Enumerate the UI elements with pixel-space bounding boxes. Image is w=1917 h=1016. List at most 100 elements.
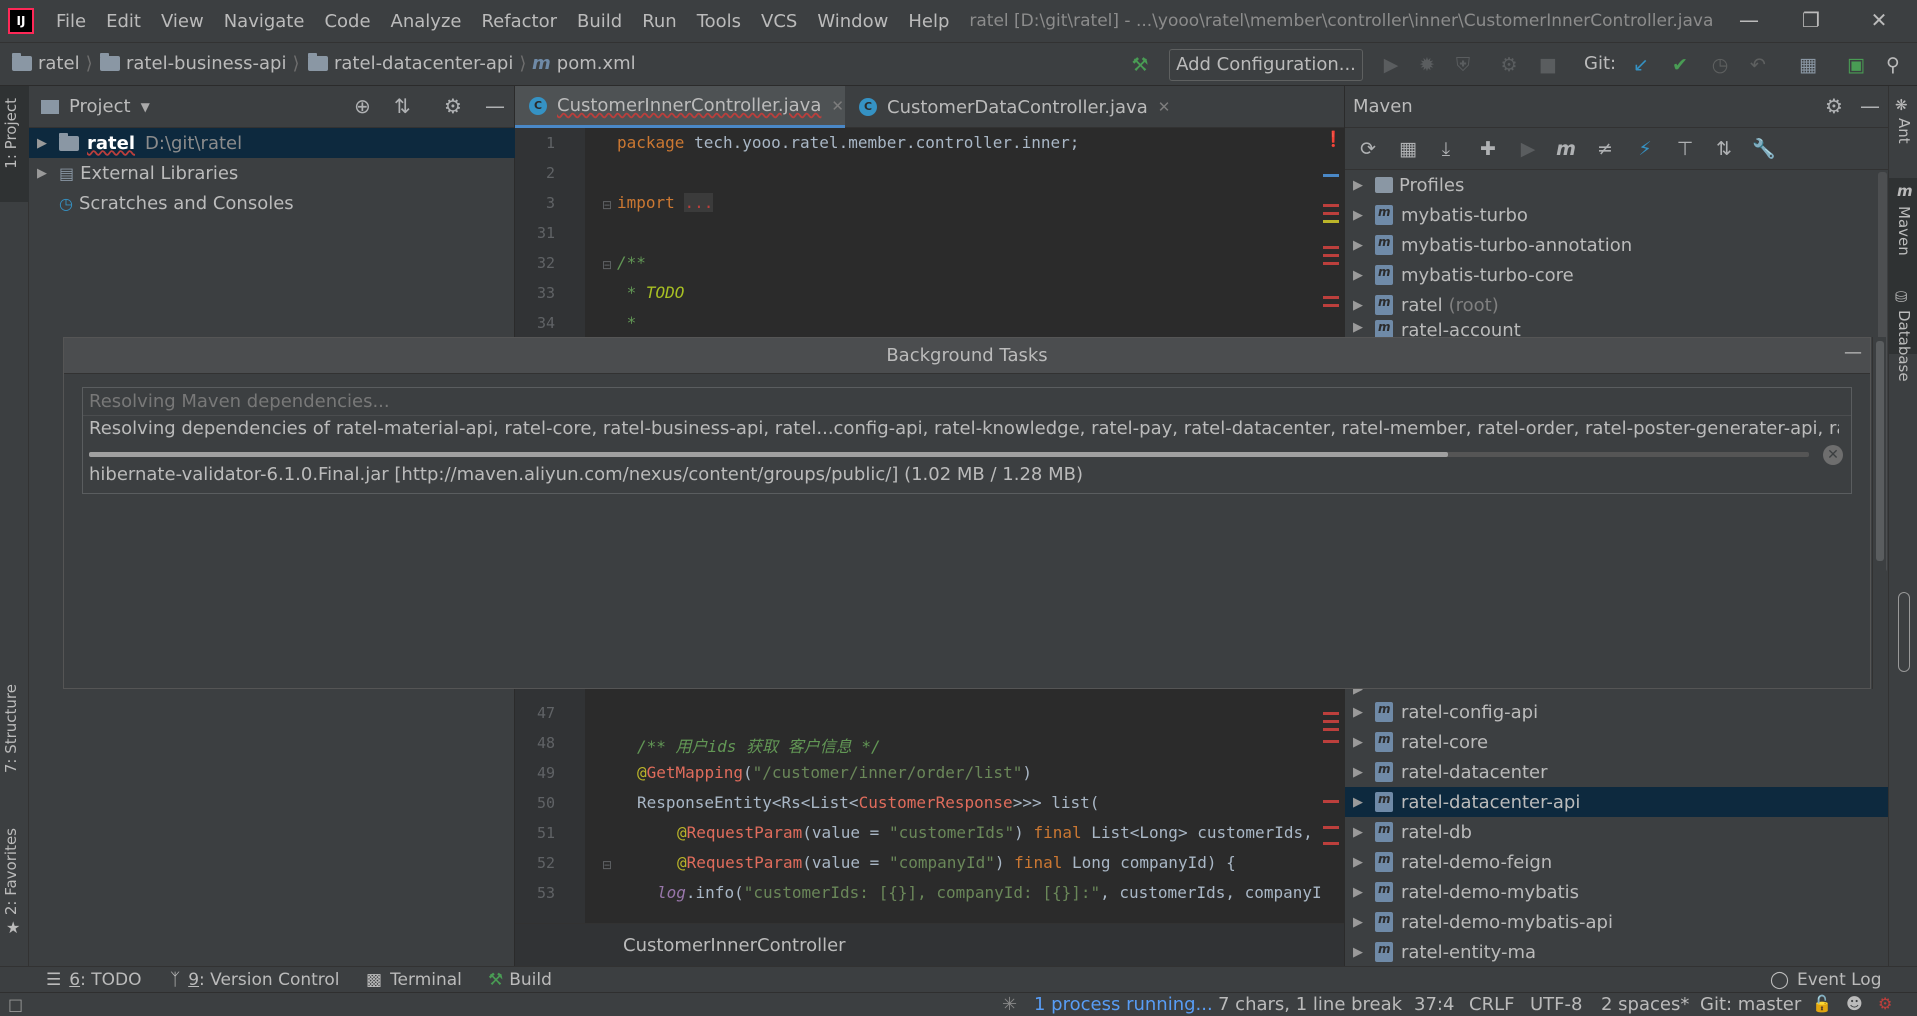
nav-crumb-ratel-business-api[interactable]: ratel-business-api ⟩ [100,53,304,74]
run-icon[interactable]: ▶ [1515,136,1541,162]
expand-arrow-icon[interactable]: ▶ [1345,238,1371,253]
tab-maven[interactable]: Maven [1895,206,1913,256]
tab-customer-inner-controller[interactable]: C CustomerInnerController.java ✕ [515,86,845,128]
process-running-link[interactable]: 1 process running... [1034,994,1213,1015]
expand-arrow-icon[interactable]: ▶ [1345,320,1371,335]
code-line-48[interactable]: /** 用户ids 获取 客户信息 */ [637,733,881,757]
tab-project[interactable]: 1: Project [2,98,20,169]
code-line-32[interactable]: /** [617,253,646,272]
dialog-scrollbar-thumb[interactable] [1876,341,1884,561]
wrench-icon[interactable]: 🔧 [1751,136,1777,162]
nav-crumb-ratel[interactable]: ratel ⟩ [12,53,97,74]
download-icon[interactable]: ⤓ [1433,136,1459,162]
maven-item-ratel-demo-feign[interactable]: ▶ ratel-demo-feign [1345,847,1889,877]
search-icon[interactable]: ⚲ [1880,52,1906,78]
expand-arrow-icon[interactable]: ▶ [1345,825,1371,840]
maven-item-ratel-demo-mybatis-api[interactable]: ▶ ratel-demo-mybatis-api [1345,907,1889,937]
toggle-offline-icon[interactable]: ≠ [1592,136,1618,162]
close-tab-icon[interactable]: ✕ [831,97,844,115]
tab-todo[interactable]: ☰ 6: TODO [46,970,141,990]
file-encoding[interactable]: UTF-8 [1530,994,1582,1015]
run-anything-icon[interactable]: ▣ [1843,52,1869,78]
code-line-3[interactable]: import ... [617,193,714,212]
maven-item-ratel-demo-mybatis[interactable]: ▶ ratel-demo-mybatis [1345,877,1889,907]
expand-arrow-icon[interactable]: ▶ [1345,178,1371,193]
collapse-all-icon[interactable]: ⇅ [394,94,411,118]
error-indicator-icon[interactable]: ❗ [1324,130,1343,148]
close-tab-icon[interactable]: ✕ [1158,98,1171,116]
debug-icon[interactable]: ✹ [1414,52,1440,78]
menu-analyze[interactable]: Analyze [381,11,472,32]
hide-panel-icon[interactable]: — [485,94,505,118]
execute-goal-icon[interactable]: m [1553,136,1579,162]
git-update-icon[interactable]: ↙ [1628,52,1654,78]
maven-item-ratel-datacenter-api[interactable]: ▶ ratel-datacenter-api [1345,787,1889,817]
code-line-34[interactable]: * [617,313,637,332]
code-line-1[interactable]: package tech.yooo.ratel.member.controlle… [617,133,1079,152]
generate-sources-icon[interactable]: ▦ [1395,136,1421,162]
maven-item-mybatis-turbo[interactable]: ▶ mybatis-turbo [1345,200,1889,230]
build-hammer-icon[interactable]: ⚒ [1127,52,1153,78]
add-icon[interactable]: ✚ [1475,136,1501,162]
tab-terminal[interactable]: ▩ Terminal [366,970,462,990]
gear-icon[interactable]: ⚙ [1825,94,1843,118]
expand-arrow-icon[interactable]: ▶ [1345,885,1371,900]
menu-help[interactable]: Help [898,11,959,32]
stop-icon[interactable]: ■ [1535,52,1561,78]
toggle-tool-windows-icon[interactable]: □ [8,995,23,1014]
locate-icon[interactable]: ⊕ [354,94,371,118]
menu-build[interactable]: Build [567,11,632,32]
maven-item-ratel-account[interactable]: ▶ ratel-account [1345,320,1889,338]
expand-arrow-icon[interactable]: ▶ [1345,795,1371,810]
expand-arrow-icon[interactable]: ▶ [1345,945,1371,960]
skip-tests-icon[interactable]: ⚡ [1632,136,1658,162]
fold-icon[interactable]: ⊟ [602,258,612,272]
tab-customer-data-controller[interactable]: C CustomerDataController.java ✕ [845,86,1170,128]
code-line-49[interactable]: @GetMapping("/customer/inner/order/list"… [637,763,1032,782]
cancel-task-icon[interactable]: ✕ [1823,445,1843,465]
maven-item-mybatis-turbo-core[interactable]: ▶ mybatis-turbo-core [1345,260,1889,290]
show-dependencies-icon[interactable]: ⊤ [1672,136,1698,162]
code-line-50[interactable]: ResponseEntity<Rs<List<CustomerResponse>… [637,793,1099,812]
tab-build[interactable]: ⚒ Build [488,970,552,990]
code-line-53[interactable]: log.info("customerIds: [{}], companyId: … [657,883,1322,902]
coverage-icon[interactable]: ⛨ [1450,52,1476,78]
menu-tools[interactable]: Tools [687,11,751,32]
gear-icon[interactable]: ⚙ [444,94,462,118]
menu-code[interactable]: Code [314,11,380,32]
expand-arrow-icon[interactable]: ▶ [29,136,55,151]
git-branch[interactable]: Git: master [1700,994,1801,1015]
nav-crumb-ratel-datacenter-api[interactable]: ratel-datacenter-api ⟩ [308,53,530,74]
expand-arrow-icon[interactable]: ▶ [1345,268,1371,283]
fold-icon[interactable]: ⊟ [602,198,612,212]
restore-icon[interactable]: ❐ [1797,8,1825,34]
code-line-33[interactable]: * TODO [617,283,685,302]
caret-position[interactable]: 37:4 [1414,994,1454,1015]
editor-breadcrumb[interactable]: CustomerInnerController [623,935,846,956]
tab-favorites[interactable]: 2: Favorites [2,828,20,915]
collapse-all-icon[interactable]: ⇅ [1711,136,1737,162]
menu-edit[interactable]: Edit [96,11,151,32]
notifications-icon[interactable]: ⚙ [1878,994,1892,1013]
close-window-icon[interactable]: ✕ [1865,8,1893,34]
project-title[interactable]: Project [69,96,131,117]
expand-arrow-icon[interactable]: ▶ [1345,208,1371,223]
lock-icon[interactable]: 🔓 [1812,994,1832,1013]
inspector-icon[interactable]: ☻ [1846,994,1863,1013]
menu-file[interactable]: File [46,11,96,32]
expand-arrow-icon[interactable]: ▶ [1345,765,1371,780]
git-rollback-icon[interactable]: ↶ [1745,52,1771,78]
maven-item-ratel-config-api[interactable]: ▶ ratel-config-api [1345,697,1889,727]
fold-icon[interactable]: ⊟ [602,858,612,872]
menu-vcs[interactable]: VCS [751,11,807,32]
minimize-dialog-icon[interactable]: — [1844,342,1862,363]
maven-item-ratel-core[interactable]: ▶ ratel-core [1345,727,1889,757]
nav-crumb-pom[interactable]: m pom.xml [532,53,636,74]
maven-item-profiles[interactable]: ▶ Profiles [1345,170,1889,200]
code-line-52[interactable]: @RequestParam(value = "companyId") final… [677,853,1236,872]
maven-item-mybatis-turbo-annotation[interactable]: ▶ mybatis-turbo-annotation [1345,230,1889,260]
expand-arrow-icon[interactable]: ▶ [1345,705,1371,720]
maven-item-ratel-root[interactable]: ▶ ratel (root) [1345,290,1889,320]
expand-arrow-icon[interactable]: ▶ [1345,735,1371,750]
indent-setting[interactable]: 2 spaces* [1601,994,1689,1015]
